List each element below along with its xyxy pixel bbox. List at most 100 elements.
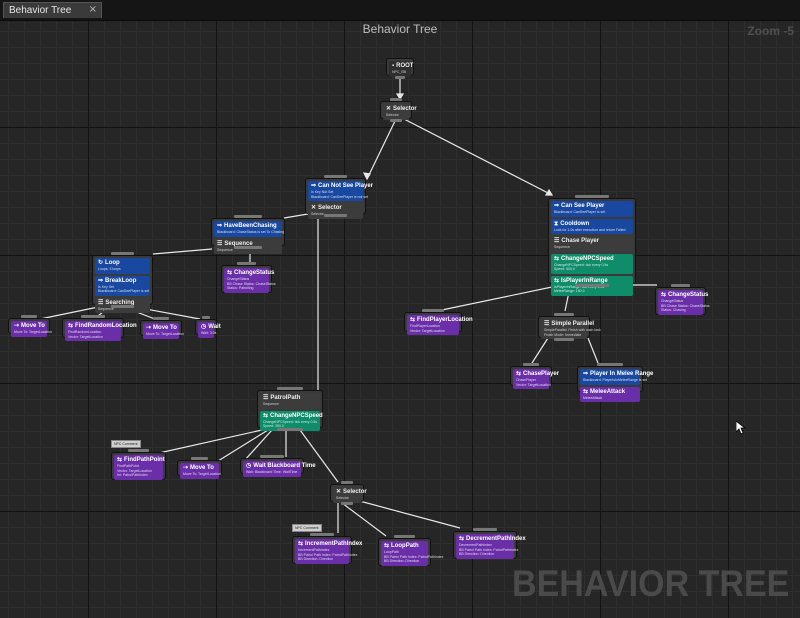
decorator-icon: ⇒ bbox=[98, 277, 104, 284]
find-player-location-node[interactable]: ⇆ FindPlayerLocation FindPlayerLocation V… bbox=[404, 309, 473, 335]
node-subtitle: Vector: TargetLocation bbox=[410, 328, 445, 333]
increment-path-index-node[interactable]: ⇆ IncrementPathIndex IncrementPathIndex B… bbox=[292, 533, 362, 564]
service-icon: ⇆ bbox=[263, 412, 269, 419]
node-subtitle: Selector bbox=[336, 496, 349, 500]
node-title: Cooldown bbox=[560, 220, 590, 227]
input-pin bbox=[190, 457, 209, 460]
node-subtitle: Move To: TargetLocation bbox=[14, 330, 53, 334]
melee-attack-node[interactable]: ⇒ Player In Melee Range Blackboard: Playe… bbox=[577, 363, 653, 402]
task-icon: ⇆ bbox=[516, 371, 522, 377]
task-icon: ⇆ bbox=[410, 317, 416, 323]
node-subtitle: Vector: TargetLocation bbox=[68, 334, 103, 339]
output-pin bbox=[323, 214, 348, 217]
composite-section: ☰ PatrolPath Sequence bbox=[260, 393, 320, 409]
task-icon: ⇆ bbox=[459, 536, 465, 542]
loop-icon: ↻ bbox=[98, 260, 104, 266]
node-subtitle: Blackboard: ChaseStatus is set To Chasin… bbox=[217, 230, 285, 234]
node-title: ChangeNPCSpeed bbox=[270, 412, 323, 419]
task-icon: ⇆ bbox=[68, 323, 74, 329]
task-icon: ⇆ bbox=[661, 292, 667, 298]
node-title: Simple Parallel bbox=[551, 321, 595, 327]
node-title: Can Not See Player bbox=[318, 183, 374, 189]
output-pin bbox=[277, 428, 303, 431]
loop-path-node[interactable]: ⇆ LoopPath LoopPath BB Patrol Path Index:… bbox=[378, 535, 443, 566]
selector-icon: ✕ bbox=[311, 205, 317, 211]
clock-icon: ◷ bbox=[201, 324, 207, 330]
loop-node[interactable]: ↻ Loop Loops: 3 loops ⇒ BreakLoop Is Key S… bbox=[92, 252, 153, 313]
task-section: ⇆ ChangeStatus ChangeStatus BB Chase Stat… bbox=[224, 268, 276, 293]
node-title: ChangeNPCSpeed bbox=[561, 255, 614, 262]
wait-blackboard-time-node[interactable]: ◷ Wait Blackboard Time Wait: Blackboard T… bbox=[240, 455, 316, 477]
wire bbox=[283, 213, 309, 219]
node-title: Move To bbox=[21, 323, 45, 329]
node-title: Wait Blackboard Time bbox=[253, 463, 316, 469]
selector-icon: ✕ bbox=[386, 106, 392, 112]
decorator-icon: ⇒ bbox=[554, 203, 560, 209]
close-icon[interactable]: × bbox=[89, 4, 97, 15]
node-subtitle: Sequence bbox=[263, 402, 279, 406]
move-arrow-icon: ⇢ bbox=[146, 325, 152, 331]
simple-parallel-node[interactable]: ☰ Simple Parallel SimpleParallel: Finish … bbox=[538, 313, 601, 341]
input-pin bbox=[202, 316, 210, 319]
node-subtitle: Status: Patrolling bbox=[227, 286, 254, 290]
move-to-1-node[interactable]: ⇢ Move To Move To: TargetLocation bbox=[8, 315, 53, 337]
wire bbox=[149, 429, 263, 456]
node-subtitle: MeleeAttack bbox=[583, 395, 603, 400]
node-title: Move To bbox=[153, 325, 177, 331]
node-title: Selector bbox=[343, 489, 367, 495]
cooldown-icon: ⧗ bbox=[554, 220, 559, 227]
task-section: ⇆ ChangeStatus ChangeStatus BB Chase Stat… bbox=[658, 290, 710, 315]
decrement-path-index-node[interactable]: ⇆ DecrementPathIndex DecrementPathIndex B… bbox=[453, 528, 526, 559]
can-not-see-player-node[interactable]: ⇒ Can Not See Player Is Key Not Set Black… bbox=[305, 175, 373, 219]
service-icon: ⇆ bbox=[554, 277, 560, 284]
input-pin bbox=[233, 215, 263, 218]
decorator-icon: ⇒ bbox=[583, 371, 589, 377]
decorator-section: ⇒ Player In Melee Range Blackboard: Playe… bbox=[580, 369, 653, 385]
graph-canvas[interactable]: Behavior Tree Zoom -5 BEHAVIOR TREE ▪ RO… bbox=[0, 21, 800, 618]
wire bbox=[366, 118, 397, 180]
root-node[interactable]: ▪ ROOT NPC_BB bbox=[386, 58, 414, 79]
wire bbox=[403, 118, 553, 196]
output-pin bbox=[110, 305, 135, 308]
decorator-section: ⇒ Can Not See Player Is Key Not Set Black… bbox=[308, 181, 373, 201]
selector-bottom-node[interactable]: ✕ Selector Selector bbox=[330, 481, 367, 505]
move-to-3-node[interactable]: ⇢ Move To Move To: TargetLocation bbox=[177, 457, 222, 479]
node-subtitle: Status: Chasing bbox=[661, 308, 686, 312]
node-title: Can See Player bbox=[561, 203, 605, 209]
find-path-point-node[interactable]: ⇆ FindPathPoint FindPathPoint Vector: Tar… bbox=[111, 449, 166, 480]
wire bbox=[587, 337, 599, 364]
find-random-location-node[interactable]: ⇆ FindRandomLocation FindRandomLocation V… bbox=[62, 315, 137, 341]
tab-bar: Behavior Tree × bbox=[0, 0, 800, 21]
selector-top-node[interactable]: ✕ Selector Selector bbox=[380, 98, 417, 122]
input-pin bbox=[277, 387, 303, 390]
wire bbox=[299, 429, 339, 483]
can-see-player-node[interactable]: ⇒ Can See Player Blackboard: CanSeePlayer… bbox=[548, 195, 636, 296]
task-icon: ⇆ bbox=[384, 543, 390, 549]
composite-section: ☰ Simple Parallel SimpleParallel: Finish … bbox=[541, 319, 601, 339]
have-been-chasing-node[interactable]: ⇒ HaveBeenChasing Blackboard: ChaseStatus… bbox=[211, 215, 285, 254]
move-to-2-node[interactable]: ⇢ Move To Move To: TargetLocation bbox=[140, 317, 184, 339]
tab-behavior-tree[interactable]: Behavior Tree × bbox=[3, 2, 102, 18]
node-subtitle: Blackboard: CanSeePlayer is set bbox=[554, 210, 606, 214]
service-icon: ⇆ bbox=[554, 255, 560, 262]
node-title: Selector bbox=[393, 106, 417, 112]
wait-node[interactable]: ◷ Wait Wait: 3.0s bbox=[195, 316, 221, 338]
change-status-right-node[interactable]: ⇆ ChangeStatus ChangeStatus BB Chase Stat… bbox=[655, 284, 710, 315]
node-title: ChasePlayer bbox=[523, 371, 560, 377]
output-pin bbox=[574, 284, 610, 287]
patrol-path-node[interactable]: ☰ PatrolPath Sequence ⇆ ChangeNPCSpeed Cha… bbox=[257, 387, 323, 431]
task-section: ◷ Wait Wait: 3.0s bbox=[198, 322, 221, 338]
node-subtitle: BB Direction: Direction bbox=[459, 552, 495, 556]
sequence-icon: ☰ bbox=[98, 299, 104, 306]
decorator-icon: ⇒ bbox=[217, 223, 223, 229]
decorator-section: ⇒ HaveBeenChasing Blackboard: ChaseStatus… bbox=[214, 221, 285, 237]
node-title: BreakLoop bbox=[105, 277, 137, 284]
selector-icon: ✕ bbox=[336, 489, 342, 495]
node-subtitle: BB Direction: Direction bbox=[298, 557, 334, 561]
input-pin bbox=[81, 315, 105, 318]
chase-player-node[interactable]: ⇆ ChasePlayer ChasePlayer Vector: TargetL… bbox=[510, 363, 559, 389]
service-section: ⇆ ChangeNPCSpeed ChangeNPCSpeed: tick eve… bbox=[551, 253, 633, 274]
change-status-left-node[interactable]: ⇆ ChangeStatus ChangeStatus BB Chase Stat… bbox=[221, 262, 276, 293]
node-subtitle: Wait: 3.0s bbox=[201, 331, 217, 335]
task-section: ⇆ IncrementPathIndex IncrementPathIndex B… bbox=[295, 539, 362, 564]
